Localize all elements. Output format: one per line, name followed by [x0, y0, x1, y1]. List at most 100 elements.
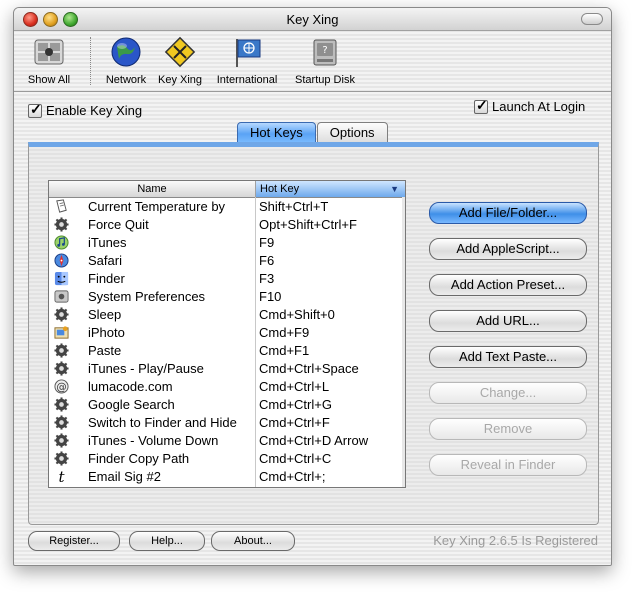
enable-key-xing-label: Enable Key Xing — [46, 103, 143, 118]
gear-icon — [54, 451, 69, 466]
window-title: Key Xing — [286, 12, 339, 27]
keyxing-icon — [164, 36, 196, 68]
launch-at-login-checkbox[interactable]: ✓ Launch At Login — [474, 96, 586, 114]
register-button[interactable]: Register... — [28, 531, 120, 551]
gear-icon — [54, 361, 69, 376]
table-header: Name Hot Key ▼ — [49, 181, 405, 198]
toolbar-label: Startup Disk — [295, 74, 355, 86]
checkbox-box[interactable]: ✓ — [28, 100, 42, 118]
table-row[interactable]: Safari F6 — [49, 252, 405, 270]
row-name: Finder Copy Path — [88, 451, 190, 466]
gear-icon — [54, 433, 69, 448]
tab-bar: Hot Keys Options — [237, 122, 389, 144]
row-name: Sleep — [88, 307, 122, 322]
row-name: Google Search — [88, 397, 175, 412]
registration-status: Key Xing 2.6.5 Is Registered — [433, 533, 598, 548]
toolbar-startup-disk[interactable]: ? Startup Disk — [290, 35, 360, 86]
gear-icon — [54, 217, 69, 232]
row-hotkey: Opt+Shift+Ctrl+F — [259, 217, 357, 232]
column-header-hotkey-label: Hot Key — [260, 183, 300, 195]
disk-icon: ? — [313, 39, 337, 66]
table-row[interactable]: Current Temperature by Shift+Ctrl+T — [49, 198, 405, 216]
about-button[interactable]: About... — [211, 531, 295, 551]
row-name: Email Sig #2 — [88, 469, 161, 484]
gear-icon — [54, 307, 69, 322]
table-row[interactable]: Paste Cmd+F1 — [49, 342, 405, 360]
preferences-window: Key Xing Show All Network Key Xing Inter… — [13, 7, 612, 566]
svg-text:t: t — [58, 469, 65, 484]
enable-key-xing-checkbox[interactable]: ✓ Enable Key Xing — [28, 100, 143, 118]
toolbar-label: International — [216, 74, 278, 86]
table-row[interactable]: Finder Copy Path Cmd+Ctrl+C — [49, 450, 405, 468]
checkmark-icon: ✓ — [476, 96, 488, 113]
table-row[interactable]: iPhoto Cmd+F9 — [49, 324, 405, 342]
table-row[interactable]: Switch to Finder and Hide Cmd+Ctrl+F — [49, 414, 405, 432]
add-action-preset-button[interactable]: Add Action Preset... — [429, 274, 587, 296]
row-name: iTunes — [88, 235, 127, 250]
iphoto-icon — [54, 325, 69, 340]
launch-at-login-label: Launch At Login — [492, 99, 586, 114]
script-icon — [54, 199, 69, 214]
table-row[interactable]: iTunes F9 — [49, 234, 405, 252]
toolbar-show-all[interactable]: Show All — [21, 35, 77, 86]
toolbar-network[interactable]: Network — [98, 35, 154, 86]
tab-options[interactable]: Options — [316, 122, 388, 144]
text-icon: t — [54, 468, 69, 486]
column-header-name[interactable]: Name — [49, 181, 256, 197]
change-button: Change... — [429, 382, 587, 404]
row-hotkey: F3 — [259, 271, 275, 286]
checkmark-icon: ✓ — [30, 100, 42, 117]
add-url-button[interactable]: Add URL... — [429, 310, 587, 332]
gear-icon — [54, 397, 69, 412]
toolbar-key-xing[interactable]: Key Xing — [153, 35, 207, 86]
table-row[interactable]: iTunes - Volume Down Cmd+Ctrl+D Arrow — [49, 432, 405, 450]
globe-icon — [111, 37, 141, 67]
table-row[interactable]: Force Quit Opt+Shift+Ctrl+F — [49, 216, 405, 234]
row-hotkey: Cmd+Ctrl+C — [259, 451, 332, 466]
remove-button: Remove — [429, 418, 587, 440]
row-hotkey: Cmd+Ctrl+L — [259, 379, 330, 394]
column-header-hotkey[interactable]: Hot Key ▼ — [256, 181, 405, 197]
table-row[interactable]: Sleep Cmd+Shift+0 — [49, 306, 405, 324]
svg-text:?: ? — [322, 45, 327, 56]
row-hotkey: Cmd+Shift+0 — [259, 307, 335, 322]
help-button[interactable]: Help... — [129, 531, 205, 551]
table-row[interactable]: @ lumacode.com Cmd+Ctrl+L — [49, 378, 405, 396]
row-hotkey: Cmd+Ctrl+G — [259, 397, 332, 412]
row-name: System Preferences — [88, 289, 206, 304]
hotkey-table[interactable]: Name Hot Key ▼ Current Temperature by Shi… — [48, 180, 406, 488]
title-bar[interactable]: Key Xing — [14, 8, 611, 31]
row-hotkey: Cmd+F1 — [259, 343, 310, 358]
toolbar-international[interactable]: International — [211, 35, 283, 86]
tab-hot-keys[interactable]: Hot Keys — [237, 122, 316, 144]
table-row[interactable]: Finder F3 — [49, 270, 405, 288]
table-body: Current Temperature by Shift+Ctrl+T Force … — [49, 198, 405, 486]
apple-prefs-icon — [34, 39, 64, 65]
row-name: Paste — [88, 343, 122, 358]
toolbar-separator — [90, 37, 92, 85]
row-name: iTunes - Volume Down — [88, 433, 219, 448]
row-hotkey: F10 — [259, 289, 282, 304]
svg-text:@: @ — [56, 381, 66, 393]
toolbar-label: Network — [105, 74, 147, 86]
gear-icon — [54, 343, 69, 358]
gear-icon — [54, 415, 69, 430]
sort-descending-icon: ▼ — [390, 184, 399, 194]
row-hotkey: F6 — [259, 253, 275, 268]
table-row[interactable]: t Email Sig #2 Cmd+Ctrl+; — [49, 468, 405, 486]
checkbox-box[interactable]: ✓ — [474, 96, 488, 114]
row-name: iTunes - Play/Pause — [88, 361, 204, 376]
table-row[interactable]: Google Search Cmd+Ctrl+G — [49, 396, 405, 414]
row-name: Safari — [88, 253, 122, 268]
row-hotkey: Cmd+Ctrl+Space — [259, 361, 359, 376]
add-text-paste-button[interactable]: Add Text Paste... — [429, 346, 587, 368]
add-applescript-button[interactable]: Add AppleScript... — [429, 238, 587, 260]
toolbar-toggle-button[interactable] — [581, 13, 603, 25]
table-scrollbar[interactable] — [402, 197, 405, 487]
row-name: Current Temperature by — [88, 199, 226, 214]
row-name: Finder — [88, 271, 125, 286]
table-row[interactable]: System Preferences F10 — [49, 288, 405, 306]
toolbar: Show All Network Key Xing International … — [14, 31, 611, 91]
table-row[interactable]: iTunes - Play/Pause Cmd+Ctrl+Space — [49, 360, 405, 378]
add-file-folder-button[interactable]: Add File/Folder... — [429, 202, 587, 224]
